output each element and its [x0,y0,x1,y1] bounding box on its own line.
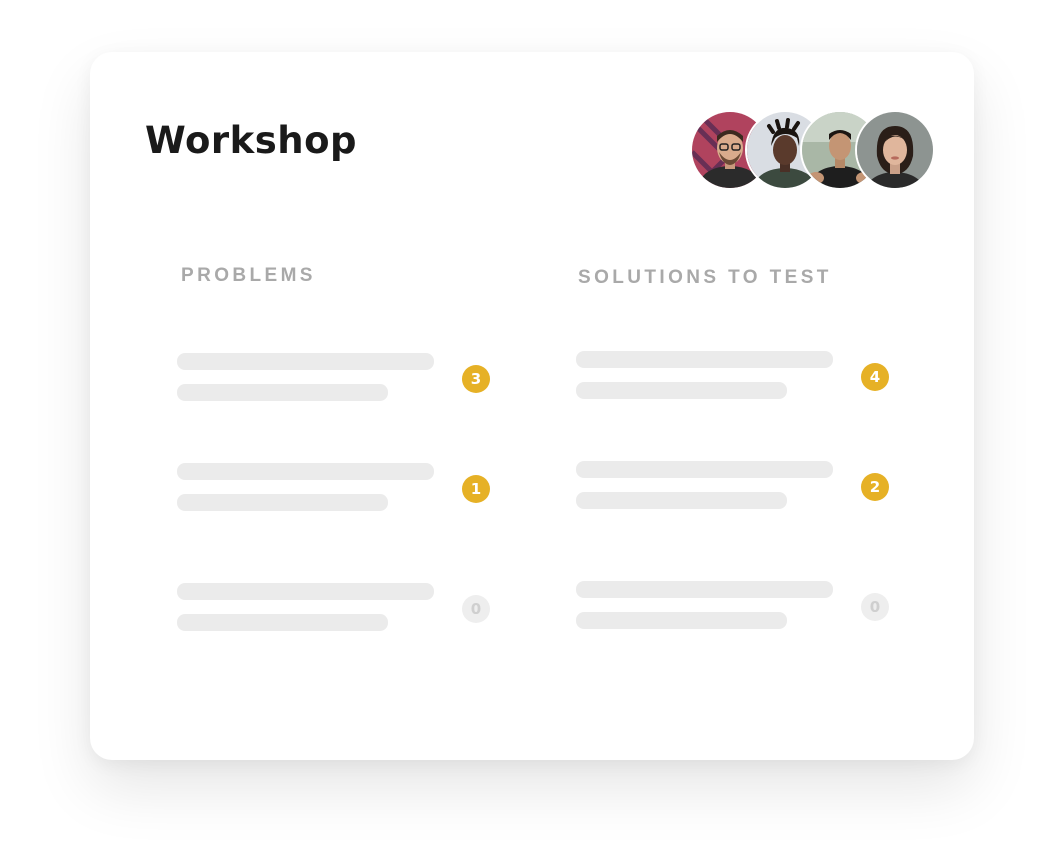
text-placeholder [576,492,787,509]
text-placeholder [177,583,434,600]
vote-count-badge: 4 [861,363,889,391]
text-placeholder [576,461,833,478]
participant-avatars [690,110,940,190]
vote-count-badge: 0 [462,595,490,623]
solution-item[interactable]: 0 [576,581,906,631]
text-placeholder [576,382,787,399]
text-placeholder [177,463,434,480]
solution-item[interactable]: 2 [576,461,906,511]
text-placeholder [177,494,388,511]
workshop-card: Workshop PROBLEMS 3 1 0 SOLUTIONS TO TES… [90,52,974,760]
vote-count-badge: 2 [861,473,889,501]
text-placeholder [576,351,833,368]
avatar[interactable] [855,110,935,190]
page-title: Workshop [145,119,358,162]
problem-item[interactable]: 3 [177,353,507,403]
text-placeholder [177,353,434,370]
solutions-column-title: SOLUTIONS TO TEST [578,267,832,288]
text-placeholder [576,581,833,598]
text-placeholder [177,614,388,631]
vote-count-badge: 1 [462,475,490,503]
vote-count-badge: 0 [861,593,889,621]
problem-item[interactable]: 0 [177,583,507,633]
text-placeholder [177,384,388,401]
solution-item[interactable]: 4 [576,351,906,401]
problems-column-title: PROBLEMS [181,265,316,286]
text-placeholder [576,612,787,629]
vote-count-badge: 3 [462,365,490,393]
problem-item[interactable]: 1 [177,463,507,513]
